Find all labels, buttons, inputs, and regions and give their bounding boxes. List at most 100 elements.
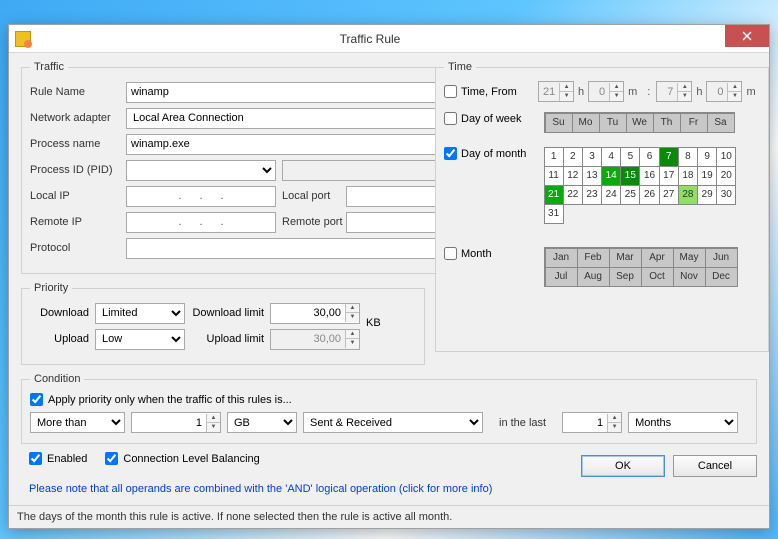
condition-direction-select[interactable]: Sent & Received	[303, 412, 483, 433]
dow-cell[interactable]: Sa	[707, 113, 735, 133]
dom-cell[interactable]: 22	[563, 185, 583, 205]
month-cell[interactable]: Aug	[577, 267, 610, 287]
dom-cell[interactable]: 26	[639, 185, 659, 205]
ok-button[interactable]: OK	[581, 455, 665, 477]
download-limit-label: Download limit	[185, 307, 270, 319]
dom-cell[interactable]: 14	[601, 166, 621, 186]
time-group: Time Time, From 21▲▼ h 0▲▼ m : 7▲▼ h	[435, 61, 769, 352]
dom-cell[interactable]: 1	[544, 147, 564, 167]
m-unit2: m	[746, 86, 755, 98]
dom-grid: 1234567891011121314151617181920212223242…	[544, 147, 736, 223]
cancel-button[interactable]: Cancel	[673, 455, 757, 477]
month-cell[interactable]: Oct	[641, 267, 674, 287]
time-from-h1[interactable]: 21▲▼	[538, 81, 574, 102]
dom-cell[interactable]: 18	[678, 166, 698, 186]
upload-limit-spinner[interactable]: 30,00 ▲▼	[270, 329, 360, 350]
download-limit-spinner[interactable]: 30,00 ▲▼	[270, 303, 360, 324]
dom-cell[interactable]: 23	[582, 185, 602, 205]
dom-cell[interactable]: 12	[563, 166, 583, 186]
dom-cell[interactable]: 29	[697, 185, 717, 205]
app-icon	[15, 31, 31, 47]
h-unit2: h	[696, 86, 702, 98]
traffic-rule-dialog: Traffic Rule Traffic Rule Name Network a…	[8, 24, 770, 529]
dom-cell[interactable]: 13	[582, 166, 602, 186]
local-ip-input[interactable]: ...	[126, 186, 276, 207]
condition-op-select[interactable]: More than	[30, 412, 125, 433]
month-grid: JanFebMarAprMayJun JulAugSepOctNovDec	[544, 247, 738, 287]
close-button[interactable]	[725, 25, 769, 47]
dom-checkbox[interactable]	[444, 147, 457, 160]
enabled-label: Enabled	[47, 453, 87, 465]
clb-checkbox[interactable]	[105, 452, 118, 465]
dom-cell[interactable]: 28	[678, 185, 698, 205]
dom-cell[interactable]: 6	[639, 147, 659, 167]
month-cell[interactable]: Apr	[641, 248, 674, 268]
dom-cell[interactable]: 19	[697, 166, 717, 186]
dom-cell[interactable]: 17	[659, 166, 679, 186]
download-priority-select[interactable]: Limited	[95, 303, 185, 324]
local-port-label: Local port	[276, 190, 346, 202]
month-cell[interactable]: Sep	[609, 267, 642, 287]
clb-label: Connection Level Balancing	[123, 453, 259, 465]
dom-cell[interactable]: 16	[639, 166, 659, 186]
dow-cell[interactable]: Fr	[680, 113, 708, 133]
note-link[interactable]: Please note that all operands are combin…	[29, 483, 757, 495]
dow-cell[interactable]: Tu	[599, 113, 627, 133]
condition-legend: Condition	[30, 373, 84, 385]
download-label: Download	[30, 307, 95, 319]
dow-cell[interactable]: Su	[545, 113, 573, 133]
upload-priority-select[interactable]: Low	[95, 329, 185, 350]
dom-cell[interactable]: 25	[620, 185, 640, 205]
month-cell[interactable]: Nov	[673, 267, 706, 287]
dom-cell[interactable]: 10	[716, 147, 736, 167]
process-name-label: Process name	[30, 138, 126, 150]
status-bar: The days of the month this rule is activ…	[9, 505, 769, 528]
kb-label: KB	[366, 317, 381, 329]
dow-cell[interactable]: We	[626, 113, 654, 133]
dom-cell[interactable]: 3	[582, 147, 602, 167]
dom-cell[interactable]: 9	[697, 147, 717, 167]
dow-grid: SuMoTuWeThFrSa	[544, 112, 735, 133]
priority-legend: Priority	[30, 282, 72, 294]
condition-value-spinner[interactable]: 1▲▼	[131, 412, 221, 433]
dom-cell[interactable]: 21	[544, 185, 564, 205]
time-from-label: Time, From	[461, 86, 517, 98]
dom-cell[interactable]: 2	[563, 147, 583, 167]
dom-cell[interactable]: 5	[620, 147, 640, 167]
dom-cell[interactable]: 7	[659, 147, 679, 167]
pid-select[interactable]	[126, 160, 276, 181]
month-cell[interactable]: Jun	[705, 248, 738, 268]
time-to-m2[interactable]: 0▲▼	[706, 81, 742, 102]
dom-cell[interactable]: 30	[716, 185, 736, 205]
month-cell[interactable]: Feb	[577, 248, 610, 268]
dom-cell[interactable]: 15	[620, 166, 640, 186]
dom-cell[interactable]: 24	[601, 185, 621, 205]
month-cell[interactable]: Jul	[545, 267, 578, 287]
dow-cell[interactable]: Mo	[572, 113, 600, 133]
dom-cell[interactable]: 31	[544, 204, 564, 224]
dow-cell[interactable]: Th	[653, 113, 681, 133]
time-from-checkbox[interactable]	[444, 85, 457, 98]
condition-period-spinner[interactable]: 1▲▼	[562, 412, 622, 433]
dom-cell[interactable]: 11	[544, 166, 564, 186]
month-cell[interactable]: May	[673, 248, 706, 268]
month-checkbox[interactable]	[444, 247, 457, 260]
remote-ip-input[interactable]: ...	[126, 212, 276, 233]
month-cell[interactable]: Dec	[705, 267, 738, 287]
dom-cell[interactable]: 8	[678, 147, 698, 167]
month-cell[interactable]: Mar	[609, 248, 642, 268]
in-the-last-label: in the last	[499, 417, 546, 429]
dom-cell[interactable]: 4	[601, 147, 621, 167]
time-to-h2[interactable]: 7▲▼	[656, 81, 692, 102]
condition-unit-select[interactable]: GB	[227, 412, 297, 433]
apply-priority-checkbox[interactable]	[30, 393, 43, 406]
condition-period-unit-select[interactable]: Months	[628, 412, 738, 433]
month-cell[interactable]: Jan	[545, 248, 578, 268]
dow-checkbox[interactable]	[444, 112, 457, 125]
dom-cell[interactable]: 27	[659, 185, 679, 205]
time-from-m1[interactable]: 0▲▼	[588, 81, 624, 102]
enabled-checkbox[interactable]	[29, 452, 42, 465]
remote-ip-label: Remote IP	[30, 216, 126, 228]
dom-cell[interactable]: 20	[716, 166, 736, 186]
remote-port-label: Remote port	[276, 216, 346, 228]
